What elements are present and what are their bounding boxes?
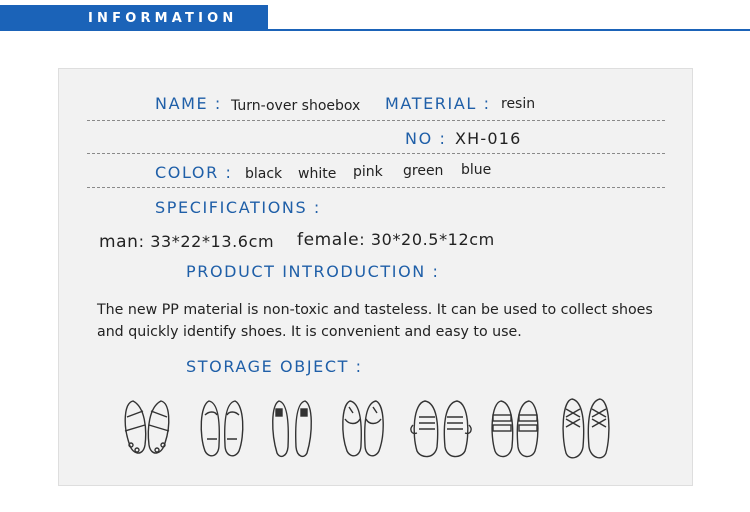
divider xyxy=(87,153,665,154)
color-option: pink xyxy=(353,164,383,180)
female-label: female xyxy=(297,230,360,250)
man-spec: man: 33*22*13.6cm xyxy=(99,232,274,252)
sneaker-icon xyxy=(409,395,473,463)
color-option: black xyxy=(245,166,283,182)
header-title: INFORMATION xyxy=(88,11,238,26)
no-value: XH-016 xyxy=(455,129,522,148)
man-value: : 33*22*13.6cm xyxy=(138,232,275,251)
color-option: white xyxy=(298,166,337,182)
ballet-flat-icon xyxy=(337,395,389,463)
storage-label: STORAGE OBJECT : xyxy=(186,357,363,376)
man-label: man xyxy=(99,232,139,252)
intro-label: PRODUCT INTRODUCTION : xyxy=(186,262,440,281)
section-header: INFORMATION xyxy=(0,0,750,32)
pump-icon xyxy=(267,395,317,463)
header-rule xyxy=(268,29,750,31)
color-option: green xyxy=(403,163,444,179)
name-label: NAME : xyxy=(155,94,222,113)
no-label: NO : xyxy=(405,129,447,148)
material-value: resin xyxy=(501,96,536,112)
sandal-icon xyxy=(119,395,175,463)
flat-shoe-icon xyxy=(197,395,247,463)
color-label: COLOR : xyxy=(155,163,233,182)
intro-text: The new PP material is non-toxic and tas… xyxy=(97,302,653,340)
color-option: blue xyxy=(461,162,492,178)
lace-boot-icon xyxy=(557,395,615,463)
velcro-sneaker-icon xyxy=(487,395,543,463)
specifications-label: SPECIFICATIONS : xyxy=(155,198,321,217)
name-value: Turn-over shoebox xyxy=(231,98,361,114)
divider xyxy=(87,120,665,121)
female-spec: female: 30*20.5*12cm xyxy=(297,230,495,250)
info-card: NAME : Turn-over shoebox MATERIAL : resi… xyxy=(58,68,693,486)
divider xyxy=(87,187,665,188)
material-label: MATERIAL : xyxy=(385,94,491,113)
female-value: : 30*20.5*12cm xyxy=(359,230,495,249)
